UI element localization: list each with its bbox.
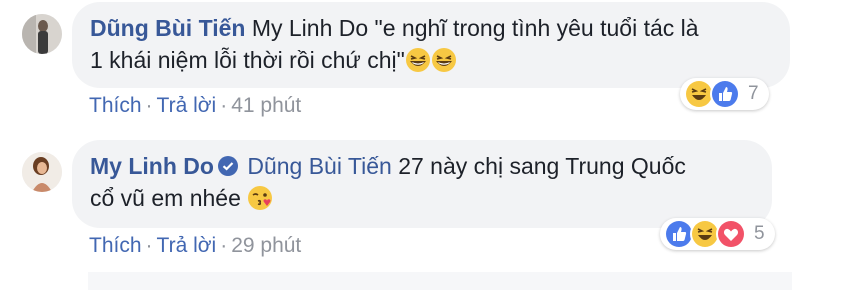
reaction-count: 7 xyxy=(748,83,759,104)
comment-bubble: Dũng Bùi Tiến My Linh Do "e nghĩ trong t… xyxy=(72,2,790,88)
comment-text-line: 27 này chị sang Trung Quốc xyxy=(398,153,686,179)
mention-link[interactable]: Dũng Bùi Tiến xyxy=(247,153,391,179)
reaction-summary[interactable]: 5 xyxy=(660,218,775,250)
comment-bubble: My Linh Do Dũng Bùi Tiến 27 này chị sang… xyxy=(72,140,772,228)
comment-text-line: 1 khái niệm lỗi thời rồi chứ chị" xyxy=(90,47,405,73)
comment-author[interactable]: Dũng Bùi Tiến xyxy=(90,15,245,41)
comment-timestamp[interactable]: 41 phút xyxy=(231,94,301,117)
verified-badge-icon xyxy=(217,156,238,176)
comment-author[interactable]: My Linh Do xyxy=(90,153,214,179)
comment-text-line: My Linh Do "e nghĩ trong tình yêu tuổi t… xyxy=(251,15,699,41)
reaction-summary[interactable]: 7 xyxy=(680,78,769,110)
avatar[interactable] xyxy=(22,14,62,54)
comment-actions: Thích · Trả lời · 29 phút xyxy=(89,234,302,257)
next-comment-input-edge xyxy=(88,272,792,290)
reaction-count: 5 xyxy=(754,223,765,244)
like-link[interactable]: Thích xyxy=(89,94,142,117)
like-link[interactable]: Thích xyxy=(89,234,142,257)
grinning-squint-emoji xyxy=(431,47,457,73)
comment-actions: Thích · Trả lời · 41 phút xyxy=(89,94,302,117)
love-reaction-icon xyxy=(716,219,746,249)
reply-link[interactable]: Trả lời xyxy=(157,234,217,257)
comment-timestamp[interactable]: 29 phút xyxy=(231,234,301,257)
avatar[interactable] xyxy=(22,152,62,192)
like-reaction-icon xyxy=(710,79,740,109)
comment-text-line: cổ vũ em nhée xyxy=(90,185,241,211)
kissing-wink-emoji xyxy=(247,185,273,211)
reply-link[interactable]: Trả lời xyxy=(157,94,217,117)
grinning-squint-emoji xyxy=(405,47,431,73)
